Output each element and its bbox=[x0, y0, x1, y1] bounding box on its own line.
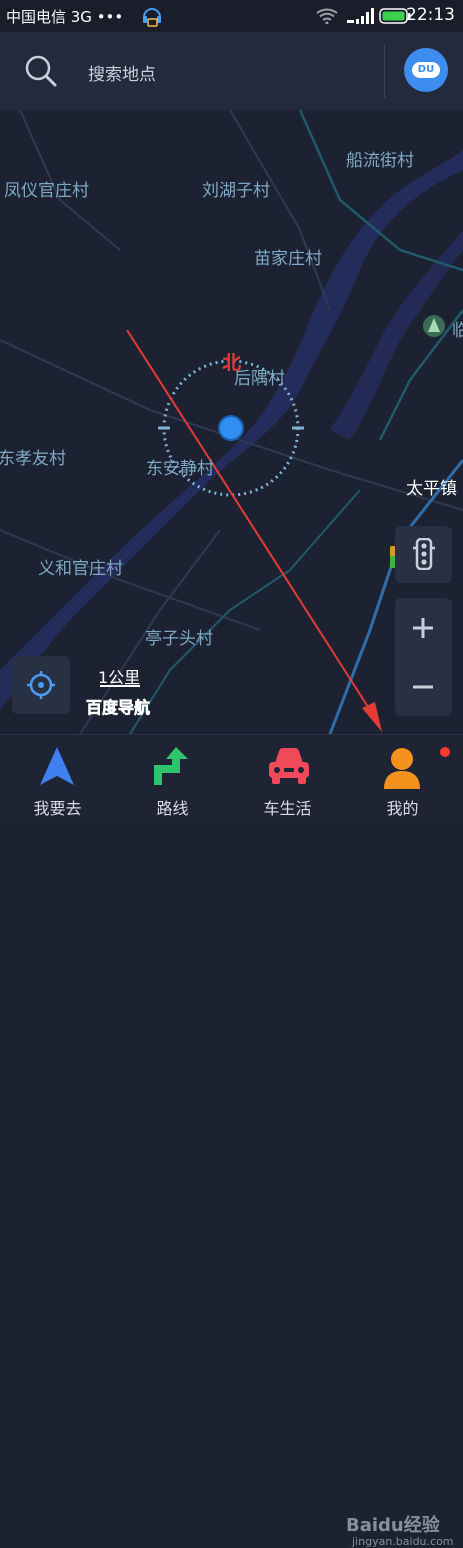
tab-car-life[interactable]: 车生活 bbox=[230, 735, 345, 825]
traffic-light-icon bbox=[413, 538, 435, 570]
search-icon bbox=[25, 55, 57, 87]
place-label: 东孝友村 bbox=[0, 449, 66, 469]
search-placeholder: 搜索地点 bbox=[88, 65, 156, 85]
scale-bar bbox=[100, 685, 140, 687]
signal-icon bbox=[347, 8, 374, 24]
map-canvas bbox=[0, 110, 463, 734]
zoom-in-button[interactable] bbox=[395, 598, 452, 657]
place-label: 后隅村 bbox=[234, 369, 285, 389]
wifi-icon bbox=[316, 8, 338, 24]
search-input[interactable]: 搜索地点 bbox=[20, 32, 380, 110]
watermark-brand: Baidu经验 bbox=[346, 1515, 440, 1536]
zoom-controls bbox=[395, 598, 452, 716]
status-bar: 中国电信 3G ••• 22:13 bbox=[0, 0, 463, 32]
tab-go[interactable]: 我要去 bbox=[0, 735, 115, 825]
divider bbox=[384, 44, 385, 98]
place-label: 苗家庄村 bbox=[254, 249, 322, 269]
place-label: 义和官庄村 bbox=[38, 559, 123, 579]
app-notification-icon bbox=[143, 8, 161, 27]
search-bar: 搜索地点 DU bbox=[0, 32, 463, 110]
clock: 22:13 bbox=[406, 5, 455, 25]
locate-button[interactable] bbox=[12, 656, 70, 714]
place-label: 太平镇 bbox=[406, 479, 457, 499]
car-icon bbox=[269, 748, 309, 784]
avatar-logo: DU bbox=[412, 62, 440, 78]
tab-mine[interactable]: 我的 bbox=[345, 735, 460, 825]
plus-icon bbox=[413, 618, 433, 638]
tab-label: 我要去 bbox=[33, 799, 82, 818]
zoom-out-button[interactable] bbox=[395, 657, 452, 716]
tab-label: 车生活 bbox=[263, 799, 312, 818]
place-label: 船流街村 bbox=[346, 151, 414, 171]
bottom-tab-bar: 我要去 路线 车生活 我的 Baidu经验 jingyan.baidu.com bbox=[0, 734, 463, 1548]
tab-label: 路线 bbox=[156, 799, 189, 818]
place-label: 亭子头村 bbox=[145, 629, 213, 649]
place-label: 东安静村 bbox=[146, 459, 214, 479]
tab-label: 我的 bbox=[386, 799, 419, 818]
place-label: 临 bbox=[452, 321, 463, 341]
watermark-url: jingyan.baidu.com bbox=[352, 1535, 454, 1548]
location-target-icon bbox=[27, 671, 55, 699]
notification-dot bbox=[440, 747, 450, 757]
compass-north-label: 北 bbox=[222, 352, 242, 374]
tab-route[interactable]: 路线 bbox=[115, 735, 230, 825]
route-icon bbox=[154, 747, 188, 785]
place-label: 凤仪官庄村 bbox=[4, 181, 89, 201]
user-icon bbox=[384, 748, 420, 789]
minus-icon bbox=[413, 685, 433, 689]
user-avatar-button[interactable]: DU bbox=[404, 48, 448, 92]
map-view[interactable]: 船流街村 凤仪官庄村 刘湖子村 苗家庄村 后隅村 东孝友村 东安静村 义和官庄村… bbox=[0, 110, 463, 734]
navigate-arrow-icon bbox=[40, 747, 74, 785]
place-label: 刘湖子村 bbox=[202, 181, 270, 201]
carrier-label: 中国电信 3G ••• bbox=[6, 8, 124, 26]
baidu-navi-logo: 百度导航 bbox=[86, 698, 151, 718]
traffic-toggle-button[interactable] bbox=[395, 526, 452, 583]
